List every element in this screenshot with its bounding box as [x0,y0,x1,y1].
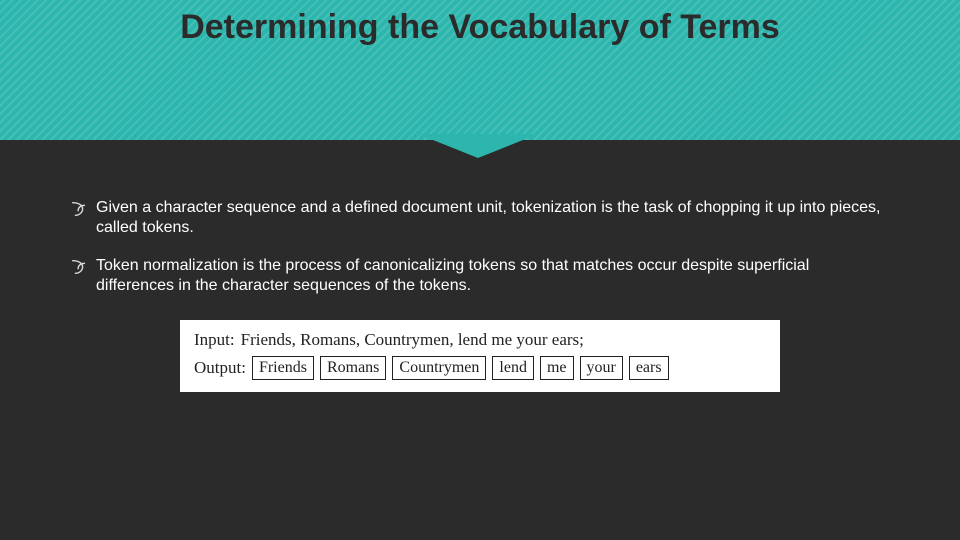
token: Countrymen [392,356,486,380]
flourish-icon [70,258,88,276]
example-input-text: Friends, Romans, Countrymen, lend me you… [241,330,584,350]
bullet-text: Token normalization is the process of ca… [96,256,890,296]
token: your [580,356,623,380]
token: Friends [252,356,314,380]
token: lend [492,356,534,380]
flourish-icon [70,200,88,218]
header-pointer-icon [418,134,538,158]
token: me [540,356,574,380]
example-output-label: Output: [194,358,246,378]
example-input-label: Input: [194,330,235,350]
token: Romans [320,356,386,380]
bullet-item: Token normalization is the process of ca… [70,256,890,296]
example-input-row: Input: Friends, Romans, Countrymen, lend… [194,330,766,350]
slide-title: Determining the Vocabulary of Terms [0,0,960,47]
slide-header: Determining the Vocabulary of Terms [0,0,960,140]
tokenization-example: Input: Friends, Romans, Countrymen, lend… [180,320,780,392]
example-output-row: Output: Friends Romans Countrymen lend m… [194,356,766,380]
bullet-item: Given a character sequence and a defined… [70,198,890,238]
bullet-text: Given a character sequence and a defined… [96,198,890,238]
slide-content: Given a character sequence and a defined… [0,140,960,392]
token: ears [629,356,669,380]
